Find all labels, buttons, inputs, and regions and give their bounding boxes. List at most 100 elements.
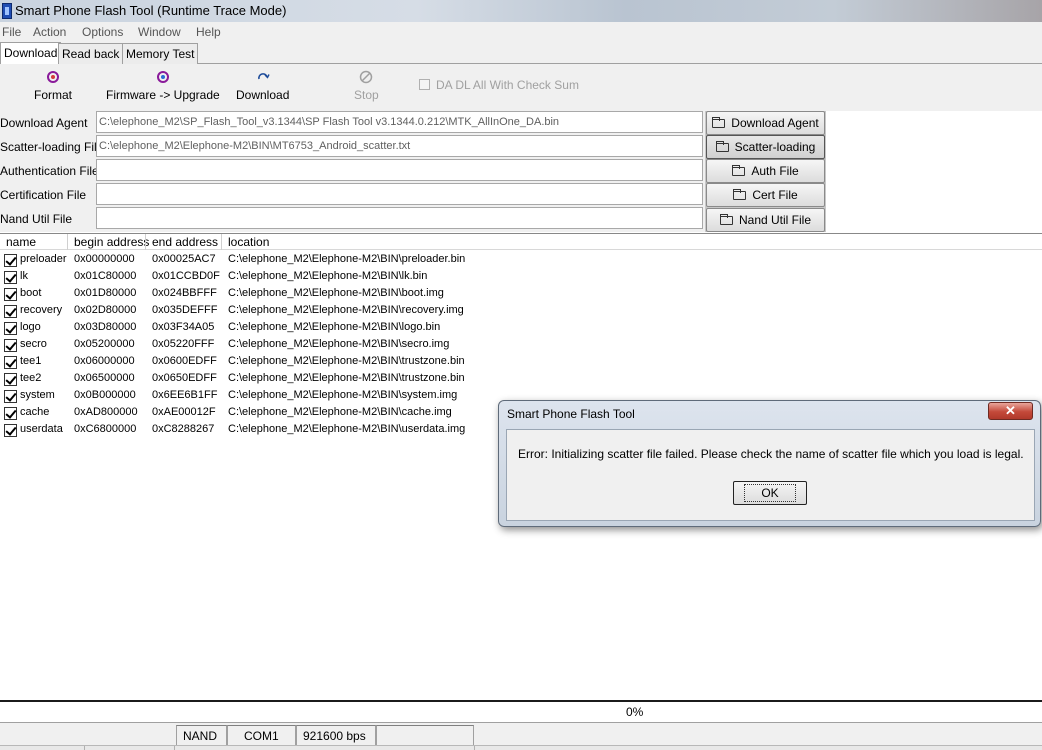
row-checkbox[interactable]: [4, 356, 17, 369]
folder-icon: [715, 141, 729, 152]
row-name: secro: [20, 338, 47, 350]
auth-label: Authentication File: [0, 164, 99, 178]
stop-icon: [360, 70, 373, 84]
row-location: C:\elephone_M2\Elephone-M2\BIN\trustzone…: [228, 355, 465, 367]
row-end: 0x035DEFFF: [152, 304, 218, 316]
table-row[interactable]: cache 0xAD800000 0xAE00012F C:\elephone_M2\…: [0, 405, 500, 422]
row-checkbox[interactable]: [4, 271, 17, 284]
row-begin: 0x0B000000: [74, 389, 136, 401]
row-location: C:\elephone_M2\Elephone-M2\BIN\lk.bin: [228, 270, 428, 282]
row-checkbox[interactable]: [4, 424, 17, 437]
row-checkbox[interactable]: [4, 288, 17, 301]
menu-action[interactable]: Action: [33, 25, 66, 39]
row-checkbox[interactable]: [4, 373, 17, 386]
status-port: COM1: [227, 725, 296, 747]
table-row[interactable]: lk 0x01C80000 0x01CCBD0F C:\elephone_M2\Ele…: [0, 269, 500, 286]
column-begin-address[interactable]: begin address: [74, 235, 149, 250]
download-agent-button[interactable]: Download Agent: [706, 111, 825, 135]
table-row[interactable]: preloader 0x00000000 0x00025AC7 C:\elephone…: [0, 252, 500, 269]
row-end: 0x01CCBD0F: [152, 270, 220, 282]
download-button[interactable]: Download: [236, 70, 289, 102]
row-location: C:\elephone_M2\Elephone-M2\BIN\logo.bin: [228, 321, 441, 333]
tab-memory-test[interactable]: Memory Test: [122, 43, 199, 64]
row-location: C:\elephone_M2\Elephone-M2\BIN\preloader…: [228, 253, 466, 265]
table-row[interactable]: secro 0x05200000 0x05220FFF C:\elephone_M2\…: [0, 337, 500, 354]
strip-divider: [84, 746, 85, 750]
ok-button-label: OK: [744, 484, 796, 502]
row-location: C:\elephone_M2\Elephone-M2\BIN\system.im…: [228, 389, 458, 401]
tab-download[interactable]: Download: [0, 42, 62, 65]
row-name: boot: [20, 287, 42, 299]
row-name: cache: [20, 406, 50, 418]
row-name: system: [20, 389, 55, 401]
row-end: 0x03F34A05: [152, 321, 215, 333]
title-bar[interactable]: Smart Phone Flash Tool (Runtime Trace Mo…: [0, 0, 1042, 22]
download-agent-field[interactable]: [96, 111, 703, 133]
column-end-address[interactable]: end address: [152, 235, 218, 250]
menu-help[interactable]: Help: [196, 25, 221, 39]
row-begin: 0xAD800000: [74, 406, 138, 418]
row-end: 0x05220FFF: [152, 338, 215, 350]
row-location: C:\elephone_M2\Elephone-M2\BIN\cache.img: [228, 406, 452, 418]
row-begin: 0x05200000: [74, 338, 135, 350]
row-end: 0x0650EDFF: [152, 372, 217, 384]
bottom-strip: [0, 745, 1042, 750]
dialog-body: Error: Initializing scatter file failed.…: [506, 429, 1035, 521]
row-location: C:\elephone_M2\Elephone-M2\BIN\boot.img: [228, 287, 444, 299]
table-row[interactable]: logo 0x03D80000 0x03F34A05 C:\elephone_M2\E…: [0, 320, 500, 337]
error-dialog[interactable]: Smart Phone Flash Tool ✕ Error: Initiali…: [498, 400, 1041, 527]
nand-util-button[interactable]: Nand Util File: [706, 208, 825, 232]
column-divider[interactable]: [221, 234, 222, 250]
scatter-loading-button[interactable]: Scatter-loading: [706, 135, 825, 159]
table-row[interactable]: tee1 0x06000000 0x0600EDFF C:\elephone_M2\E…: [0, 354, 500, 371]
window-title: Smart Phone Flash Tool (Runtime Trace Mo…: [15, 3, 287, 18]
row-begin: 0xC6800000: [74, 423, 137, 435]
cert-file-button[interactable]: Cert File: [706, 183, 825, 207]
firmware-upgrade-button[interactable]: Firmware -> Upgrade: [106, 70, 220, 102]
ok-button[interactable]: OK: [733, 481, 807, 505]
row-checkbox[interactable]: [4, 305, 17, 318]
tab-read-back[interactable]: Read back: [58, 43, 124, 64]
stop-label: Stop: [354, 88, 379, 102]
toolbar: Format Firmware -> Upgrade Download Stop…: [0, 64, 1042, 111]
row-checkbox[interactable]: [4, 339, 17, 352]
file-panel-blank: [826, 111, 1042, 232]
row-checkbox[interactable]: [4, 390, 17, 403]
da-checksum-checkbox[interactable]: [419, 79, 430, 90]
folder-icon: [732, 165, 746, 176]
column-name[interactable]: name: [6, 235, 36, 250]
stop-button[interactable]: Stop: [354, 70, 379, 102]
strip-divider: [474, 746, 475, 750]
row-end: 0xC8288267: [152, 423, 215, 435]
menu-file[interactable]: File: [2, 25, 21, 39]
menu-options[interactable]: Options: [82, 25, 123, 39]
close-icon[interactable]: ✕: [988, 402, 1033, 420]
nand-field[interactable]: [96, 207, 703, 229]
row-begin: 0x02D80000: [74, 304, 137, 316]
row-name: userdata: [20, 423, 63, 435]
file-panel: Download Agent Download Agent Scatter-lo…: [0, 111, 1042, 232]
table-row[interactable]: system 0x0B000000 0x6EE6B1FF C:\elephone_M2…: [0, 388, 500, 405]
column-divider[interactable]: [145, 234, 146, 250]
table-row[interactable]: tee2 0x06500000 0x0650EDFF C:\elephone_M2\E…: [0, 371, 500, 388]
table-row[interactable]: boot 0x01D80000 0x024BBFFF C:\elephone_M2\E…: [0, 286, 500, 303]
dialog-message: Error: Initializing scatter file failed.…: [518, 447, 1024, 461]
row-end: 0x0600EDFF: [152, 355, 217, 367]
da-checksum-label: DA DL All With Check Sum: [436, 78, 579, 92]
status-empty: [376, 725, 474, 747]
auth-file-button[interactable]: Auth File: [706, 159, 825, 183]
row-checkbox[interactable]: [4, 322, 17, 335]
table-row[interactable]: recovery 0x02D80000 0x035DEFFF C:\elephone_…: [0, 303, 500, 320]
dialog-title: Smart Phone Flash Tool: [507, 407, 635, 421]
column-divider[interactable]: [67, 234, 68, 250]
column-location[interactable]: location: [228, 235, 269, 250]
row-checkbox[interactable]: [4, 407, 17, 420]
row-checkbox[interactable]: [4, 254, 17, 267]
row-name: tee1: [20, 355, 42, 367]
auth-field[interactable]: [96, 159, 703, 181]
cert-field[interactable]: [96, 183, 703, 205]
format-button[interactable]: Format: [34, 70, 72, 102]
menu-window[interactable]: Window: [138, 25, 181, 39]
table-row[interactable]: userdata 0xC6800000 0xC8288267 C:\elephone_…: [0, 422, 500, 439]
scatter-field[interactable]: [96, 135, 703, 157]
